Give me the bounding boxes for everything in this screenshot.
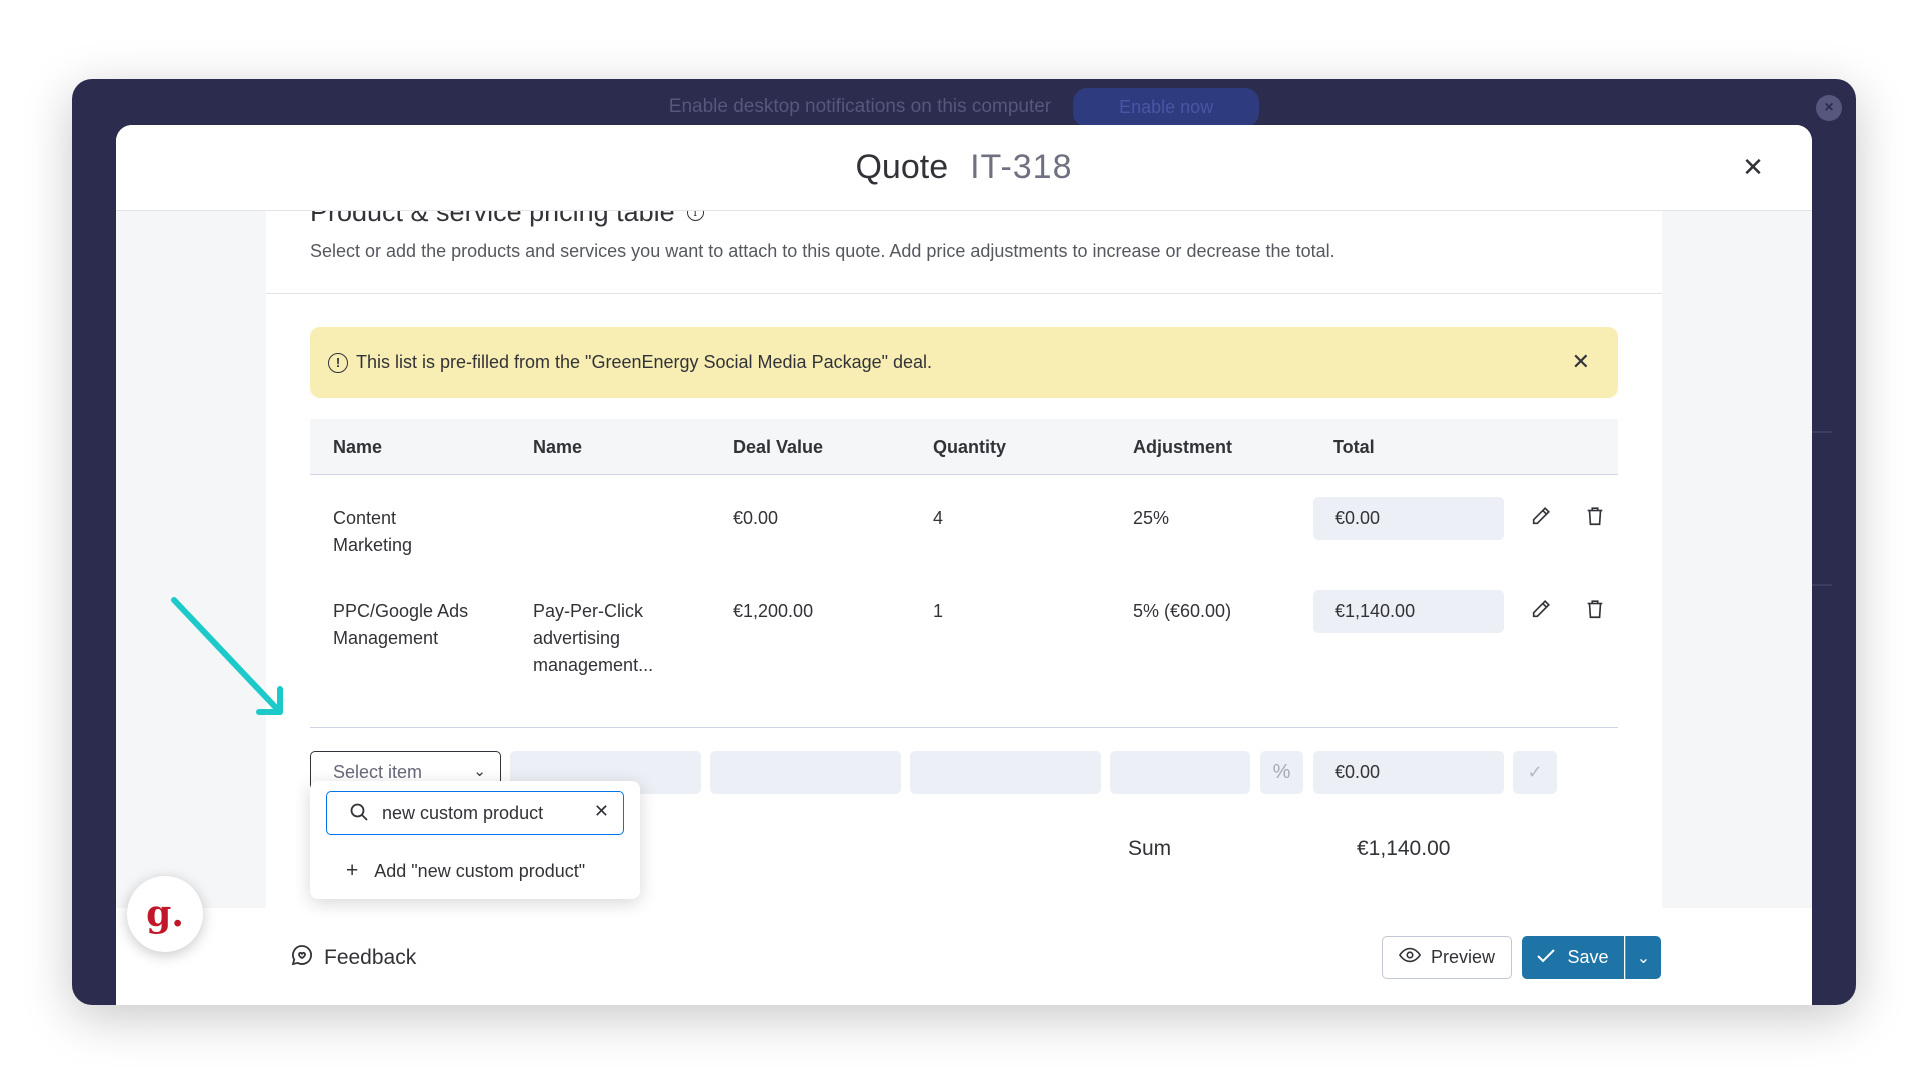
header-adjustment: Adjustment xyxy=(1133,437,1232,457)
row-name: Content Marketing xyxy=(333,508,413,555)
header-description: Name xyxy=(533,437,583,457)
table-header: Name Name Deal Value Quantity Adjustment… xyxy=(310,419,1618,475)
preview-label: Preview xyxy=(1430,947,1496,967)
row-description: Pay-Per-Click advertising management... xyxy=(533,601,654,675)
feedback-icon xyxy=(290,943,314,973)
save-options-chevron-icon[interactable]: ⌄ xyxy=(1625,936,1661,979)
row-total-field: €1,140.00 xyxy=(1313,590,1504,633)
quote-id: IT-318 xyxy=(970,148,1073,186)
search-icon xyxy=(349,802,369,827)
section-divider xyxy=(266,293,1662,294)
trash-icon[interactable] xyxy=(1584,598,1606,627)
prefill-alert: ! This list is pre-filled from the "Gree… xyxy=(310,327,1618,398)
notification-close-icon[interactable]: × xyxy=(1816,95,1842,121)
check-icon xyxy=(1537,947,1556,968)
select-item-menu: new custom product ✕ + Add "new custom p… xyxy=(310,781,640,899)
search-value: new custom product xyxy=(382,803,544,823)
edit-pencil-icon[interactable] xyxy=(1530,598,1552,627)
notification-text: Enable desktop notifications on this com… xyxy=(668,96,1052,117)
row-quantity: 4 xyxy=(933,508,944,528)
alert-text: This list is pre-filled from the "GreenE… xyxy=(356,352,933,372)
save-button[interactable]: Save xyxy=(1522,936,1624,979)
quantity-input[interactable] xyxy=(910,751,1101,794)
feedback-label: Feedback xyxy=(324,946,417,969)
add-custom-product-option[interactable]: + Add "new custom product" xyxy=(346,859,585,883)
preview-button[interactable]: Preview xyxy=(1382,936,1512,979)
select-item-placeholder: Select item xyxy=(333,762,423,782)
alert-icon: ! xyxy=(328,352,348,373)
section-title-text: Product & service pricing table xyxy=(310,211,675,227)
row-deal-value: €1,200.00 xyxy=(733,601,814,621)
avatar[interactable]: g. xyxy=(127,876,203,952)
enable-notifications-button[interactable]: Enable now xyxy=(1073,87,1260,127)
new-row-total: €0.00 xyxy=(1313,751,1504,794)
table-divider xyxy=(310,727,1618,728)
percent-toggle[interactable]: % xyxy=(1260,751,1303,794)
sum-value: €1,140.00 xyxy=(1357,837,1451,860)
modal-title: Quote xyxy=(855,148,949,186)
modal-header: Quote IT-318 ✕ xyxy=(116,125,1812,211)
trash-icon[interactable] xyxy=(1584,505,1606,534)
save-label: Save xyxy=(1567,947,1609,967)
item-search-input[interactable]: new custom product ✕ xyxy=(326,791,624,835)
edit-pencil-icon[interactable] xyxy=(1530,505,1552,534)
add-option-label: Add "new custom product" xyxy=(374,860,586,881)
alert-close-icon[interactable]: ✕ xyxy=(1572,349,1590,375)
eye-icon xyxy=(1398,947,1422,968)
table-row: PPC/Google Ads Management Pay-Per-Click … xyxy=(310,590,1618,708)
header-name: Name xyxy=(333,437,383,457)
section-title: Product & service pricing table i xyxy=(310,211,704,228)
row-name: PPC/Google Ads Management xyxy=(333,601,469,648)
row-adjustment: 5% (€60.00) xyxy=(1133,601,1232,621)
confirm-check-icon[interactable]: ✓ xyxy=(1513,751,1557,794)
row-quantity: 1 xyxy=(933,601,944,621)
plus-icon: + xyxy=(346,859,359,882)
table-row: Content Marketing €0.00 4 25% €0.00 xyxy=(310,497,1618,595)
close-icon[interactable]: ✕ xyxy=(1738,152,1768,182)
section-description: Select or add the products and services … xyxy=(310,241,1335,261)
row-deal-value: €0.00 xyxy=(733,508,779,528)
info-icon[interactable]: i xyxy=(686,211,704,221)
annotation-arrow xyxy=(171,597,283,715)
modal-footer: Feedback Preview Save ⌄ xyxy=(116,908,1812,1005)
header-deal-value: Deal Value xyxy=(733,437,824,457)
adjustment-input[interactable] xyxy=(1110,751,1250,794)
row-adjustment: 25% xyxy=(1133,508,1170,528)
header-quantity: Quantity xyxy=(933,437,1007,457)
sum-label: Sum xyxy=(1128,837,1172,860)
feedback-button[interactable]: Feedback xyxy=(290,943,416,973)
clear-search-icon[interactable]: ✕ xyxy=(594,801,609,822)
deal-value-input[interactable] xyxy=(710,751,901,794)
header-total: Total xyxy=(1333,437,1375,457)
row-total-field: €0.00 xyxy=(1313,497,1504,540)
